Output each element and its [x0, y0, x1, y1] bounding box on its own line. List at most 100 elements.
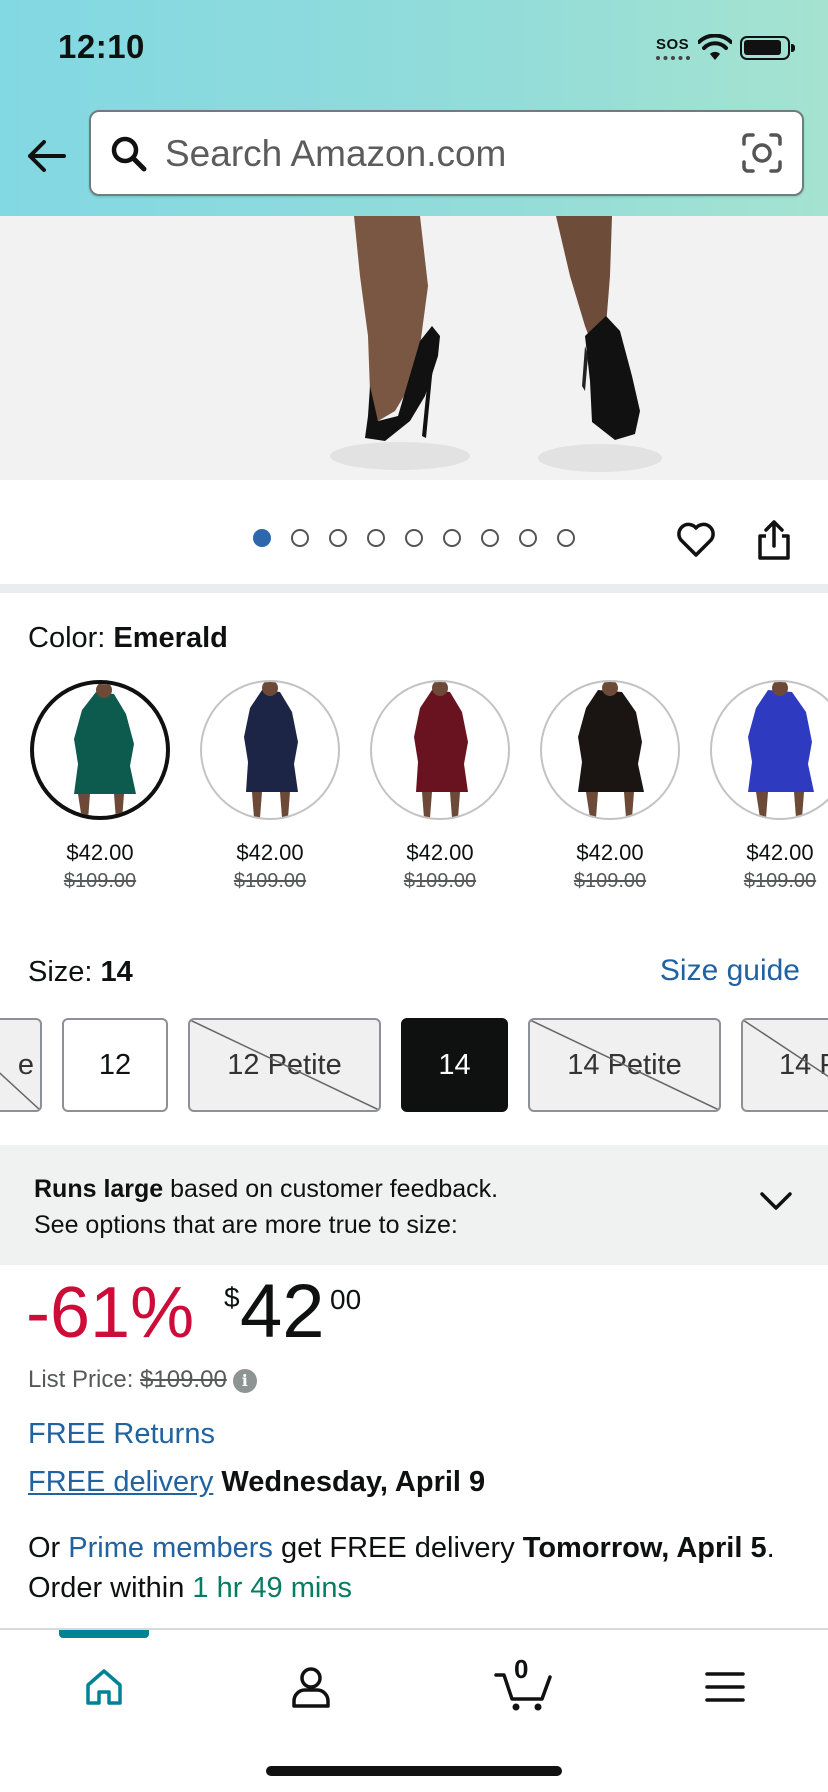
search-bar[interactable] — [89, 110, 804, 196]
swatch-price: $42.00 — [236, 840, 304, 865]
swatch-list-price: $109.00 — [743, 870, 817, 892]
swatch-list-price: $109.00 — [573, 870, 647, 892]
pagination-dot[interactable] — [443, 529, 461, 547]
color-swatch[interactable]: $42.00 $109.00 — [695, 680, 828, 893]
dress-shape — [244, 690, 298, 792]
fit-text-line1: based on customer feedback. — [163, 1175, 499, 1203]
unavailable-slash — [743, 1020, 828, 1110]
search-icon — [111, 136, 147, 172]
wifi-icon — [698, 34, 732, 60]
swatch-price: $42.00 — [746, 840, 814, 865]
prime-members-link[interactable]: Prime members — [68, 1532, 273, 1564]
free-delivery-link[interactable]: FREE delivery — [28, 1466, 213, 1498]
home-indicator — [266, 1766, 562, 1776]
back-arrow-icon[interactable] — [22, 132, 70, 180]
dress-shape — [74, 692, 136, 794]
chevron-down-icon[interactable] — [756, 1186, 796, 1214]
product-photo — [0, 216, 828, 480]
dress-shape — [414, 690, 468, 792]
color-swatch[interactable]: $42.00 $109.00 — [525, 680, 695, 893]
list-price-value: $109.00 — [140, 1366, 227, 1393]
fit-feedback-banner[interactable]: Runs large based on customer feedback. S… — [0, 1145, 828, 1265]
share-icon[interactable] — [756, 518, 792, 562]
swatch-price: $42.00 — [66, 840, 134, 865]
size-option-label: 14 — [438, 1048, 471, 1081]
nav-menu[interactable] — [690, 1652, 760, 1722]
swatch-price: $42.00 — [576, 840, 644, 865]
prime-delivery-info: Or Prime members get FREE delivery Tomor… — [28, 1528, 818, 1608]
image-pagination[interactable] — [253, 529, 575, 547]
size-label: Size: 14 — [28, 956, 133, 989]
prime-text-pre: Or — [28, 1532, 69, 1564]
hamburger-menu-icon — [705, 1672, 745, 1702]
size-option[interactable]: 12 Petite — [188, 1018, 381, 1112]
list-price-label: List Price: — [28, 1366, 141, 1393]
swatch-image — [370, 680, 510, 820]
swatch-list-price: $109.00 — [233, 870, 307, 892]
unavailable-slash — [0, 1020, 40, 1110]
pagination-dot[interactable] — [557, 529, 575, 547]
price-fraction: 00 — [330, 1284, 362, 1315]
prime-delivery-date: Tomorrow, April 5 — [522, 1532, 767, 1564]
unavailable-slash — [530, 1020, 719, 1110]
size-value: 14 — [100, 956, 133, 988]
info-icon[interactable]: i — [232, 1368, 257, 1393]
divider — [0, 584, 828, 593]
color-swatch[interactable]: $42.00 $109.00 — [15, 680, 185, 893]
swatch-image — [200, 680, 340, 820]
nav-cart[interactable]: 0 — [484, 1652, 564, 1722]
color-swatch[interactable]: $42.00 $109.00 — [185, 680, 355, 893]
prime-text-post: . — [766, 1532, 775, 1564]
nav-account[interactable] — [276, 1652, 346, 1722]
size-guide-link[interactable]: Size guide — [660, 954, 800, 988]
cart-count-badge: 0 — [514, 1654, 529, 1684]
size-option[interactable]: e — [0, 1018, 42, 1112]
size-options: e 12 12 Petite 14 14 Petite 14 P — [0, 1018, 828, 1112]
header: 12:10 SOS — [0, 0, 828, 216]
nav-home[interactable] — [69, 1652, 139, 1722]
app-screen: 12:10 SOS Search Amazon.com Color: Emera… — [0, 0, 828, 1792]
pagination-dot[interactable] — [481, 529, 499, 547]
battery-icon — [740, 36, 795, 60]
size-option[interactable]: 14 P — [741, 1018, 828, 1112]
delivery-date: Wednesday, April 9 — [221, 1466, 486, 1498]
fit-feedback-text: Runs large based on customer feedback. S… — [34, 1171, 498, 1243]
home-icon — [86, 1669, 122, 1705]
pagination-dot[interactable] — [253, 529, 271, 547]
size-option[interactable]: 12 — [62, 1018, 168, 1112]
pagination-dot[interactable] — [329, 529, 347, 547]
size-option-selected[interactable]: 14 — [401, 1018, 508, 1112]
pagination-dot[interactable] — [519, 529, 537, 547]
active-tab-indicator — [59, 1630, 149, 1638]
fit-bold: Runs large — [34, 1175, 164, 1203]
size-option[interactable]: 14 Petite — [528, 1018, 721, 1112]
pagination-dot[interactable] — [291, 529, 309, 547]
swatch-image — [540, 680, 680, 820]
prime-text-mid: get FREE delivery — [272, 1532, 523, 1564]
unavailable-slash — [190, 1020, 379, 1110]
color-label: Color: Emerald — [28, 622, 228, 655]
color-value: Emerald — [113, 622, 228, 654]
delivery-info: FREE delivery Wednesday, April 9 — [28, 1466, 485, 1499]
status-time: 12:10 — [58, 28, 145, 65]
pagination-dot[interactable] — [367, 529, 385, 547]
dress-shape — [578, 690, 644, 792]
product-image[interactable] — [0, 216, 828, 480]
swatch-image — [710, 680, 828, 820]
fit-text-line2: See options that are more true to size: — [34, 1211, 458, 1239]
sos-indicator: SOS — [656, 36, 690, 53]
person-icon — [292, 1667, 330, 1708]
price-whole: 42 — [240, 1269, 325, 1354]
color-swatch[interactable]: $42.00 $109.00 — [355, 680, 525, 893]
size-option-label: 12 — [98, 1048, 132, 1081]
camera-lens-icon[interactable] — [741, 132, 783, 174]
heart-icon[interactable] — [676, 520, 716, 558]
free-returns-link[interactable]: FREE Returns — [28, 1418, 215, 1451]
color-swatch-list: $42.00 $109.00 $42.00 $109.00 $42.00 $10… — [0, 680, 828, 910]
gallery-controls — [0, 480, 828, 586]
swatch-price: $42.00 — [406, 840, 474, 865]
pagination-dot[interactable] — [405, 529, 423, 547]
search-input[interactable] — [165, 126, 725, 182]
swatch-image — [30, 680, 170, 820]
swatch-list-price: $109.00 — [63, 870, 137, 892]
